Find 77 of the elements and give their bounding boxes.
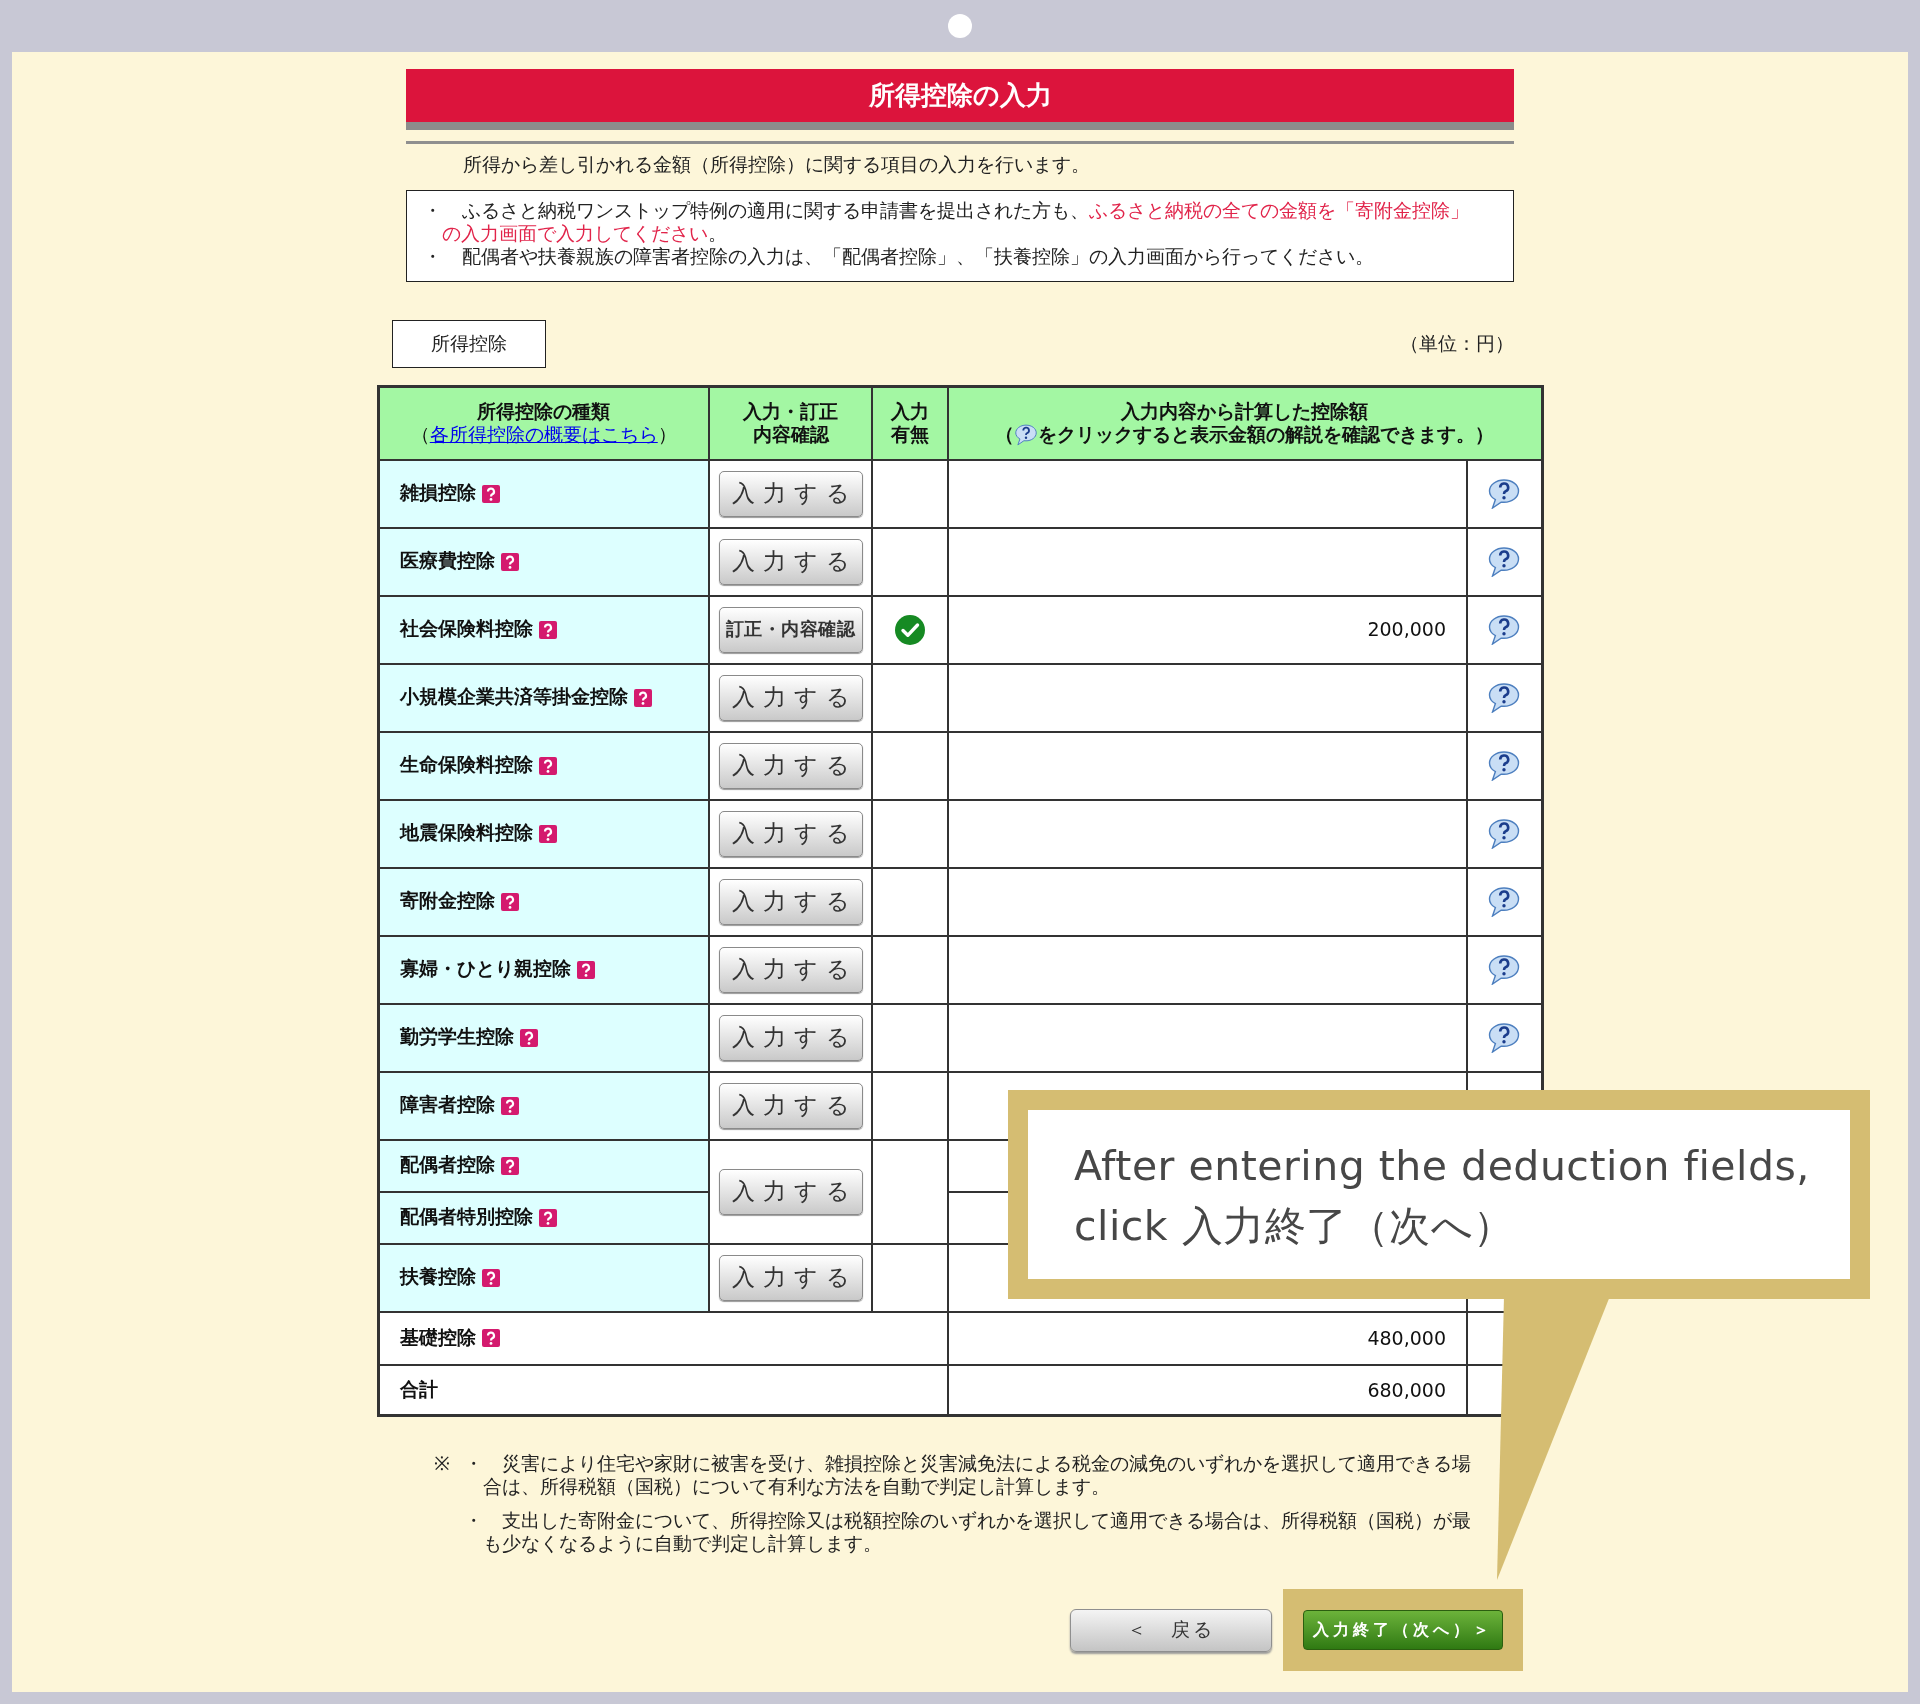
input-button[interactable]: 入力する: [718, 878, 863, 925]
deduction-label: 地震保険料控除: [399, 821, 533, 846]
input-button[interactable]: 入力する: [718, 1082, 863, 1129]
deduction-label: 雑損控除: [399, 481, 476, 506]
help-icon[interactable]: [576, 960, 595, 979]
deduction-label: 基礎控除: [399, 1325, 476, 1350]
total-label: 合計: [378, 1364, 948, 1416]
column-note: （: [995, 423, 1015, 447]
deduction-label: 勤労学生控除: [399, 1025, 514, 1050]
help-icon[interactable]: [500, 1096, 519, 1115]
question-bubble-icon[interactable]: [1487, 750, 1522, 781]
overview-link[interactable]: 各所得控除の概要はこちら: [429, 424, 658, 446]
bullet-mark: ・: [464, 1452, 483, 1476]
section-tab[interactable]: 所得控除: [392, 320, 546, 368]
deduction-label: 障害者控除: [399, 1093, 495, 1118]
input-button[interactable]: 入力する: [718, 538, 863, 585]
input-button[interactable]: 入力する: [718, 1014, 863, 1061]
question-bubble-icon[interactable]: [1487, 1022, 1522, 1053]
help-icon[interactable]: [481, 1268, 500, 1287]
deduction-label: 配偶者控除: [399, 1153, 495, 1178]
input-button[interactable]: 入力する: [718, 810, 863, 857]
help-icon[interactable]: [538, 756, 557, 775]
deduction-label: 医療費控除: [399, 549, 495, 574]
help-icon[interactable]: [500, 1156, 519, 1175]
bullet-mark: ・: [423, 199, 442, 223]
column-note: をクリックすると表示金額の解説を確認できます。）: [1038, 423, 1495, 447]
help-icon[interactable]: [538, 1208, 557, 1227]
deduction-label: 寄附金控除: [399, 889, 495, 914]
page-title: 所得控除の入力: [406, 69, 1514, 130]
question-bubble-icon[interactable]: [1487, 818, 1522, 849]
input-button[interactable]: 入力する: [718, 946, 863, 993]
question-bubble-icon[interactable]: [1487, 546, 1522, 577]
input-button[interactable]: 入力する: [718, 742, 863, 789]
deduction-label: 社会保険料控除: [399, 617, 533, 642]
reference-mark: ※: [434, 1452, 451, 1476]
question-bubble-icon[interactable]: [1487, 886, 1522, 917]
amount-cell: 200,000: [948, 595, 1467, 664]
notice-text: 配偶者や扶養親族の障害者控除の入力は、「配偶者控除」、「扶養控除」の入力画面から行ってください。: [461, 245, 1375, 268]
deduction-label: 寡婦・ひとり親控除: [399, 957, 571, 982]
column-note: （各所得控除の概要はこちら）: [410, 423, 677, 447]
help-icon[interactable]: [481, 484, 500, 503]
help-icon[interactable]: [538, 620, 557, 639]
help-icon[interactable]: [519, 1028, 538, 1047]
input-button[interactable]: 入力する: [718, 1254, 863, 1301]
callout-box: After entering the deduction fields, click 入力終了（次へ）: [1008, 1090, 1870, 1299]
notice-text: ふるさと納税ワンストップ特例の適用に関する申請書を提出された方も、ふるさと納税の全ての金額を「寄附金控除」の入力画面で入力してください。: [442, 199, 1470, 245]
unit-label: （単位：円）: [1400, 331, 1514, 356]
deduction-label: 配偶者特別控除: [399, 1205, 533, 1230]
help-icon[interactable]: [633, 688, 652, 707]
input-button[interactable]: 入力する: [718, 674, 863, 721]
back-button[interactable]: ＜ 戻る: [1070, 1608, 1272, 1652]
footnote-text: 災害により住宅や家財に被害を受け、雑損控除と災害減免法による税金の減免のいずれかを選択して適用できる場合は、所得税額（国税）について有利な方法を自動で判定し計算します。: [483, 1452, 1472, 1498]
intro-text: 所得から差し引かれる金額（所得控除）に関する項目の入力を行います。: [462, 153, 1091, 176]
question-bubble-icon[interactable]: [1487, 478, 1522, 509]
bullet-mark: ・: [423, 245, 442, 268]
question-bubble-icon[interactable]: [1487, 954, 1522, 985]
input-button[interactable]: 訂正・内容確認: [718, 606, 863, 653]
next-button[interactable]: 入力終了（次へ）＞: [1303, 1610, 1503, 1650]
bullet-mark: ・: [464, 1509, 483, 1533]
deduction-label: 小規模企業共済等掛金控除: [399, 685, 628, 710]
input-button[interactable]: 入力する: [718, 470, 863, 517]
deduction-label: 生命保険料控除: [399, 753, 533, 778]
question-bubble-icon[interactable]: [1487, 614, 1522, 645]
column-header: 入力 有無: [872, 386, 948, 460]
deduction-label: 扶養控除: [399, 1265, 476, 1290]
input-button[interactable]: 入力する: [718, 1168, 863, 1215]
column-header: 入力・訂正 内容確認: [709, 386, 872, 460]
help-icon[interactable]: [500, 892, 519, 911]
column-title: 入力内容から計算した控除額: [1121, 400, 1369, 424]
help-icon[interactable]: [538, 824, 557, 843]
amount-cell: 480,000: [948, 1311, 1467, 1365]
help-icon[interactable]: [481, 1329, 500, 1347]
question-bubble-icon[interactable]: [1014, 423, 1039, 446]
question-bubble-icon[interactable]: [1487, 682, 1522, 713]
column-title: 所得控除の種類: [477, 400, 611, 424]
footnote-text: 支出した寄附金について、所得控除又は税額控除のいずれかを選択して適用できる場合は、所得税額（国税）が最も少なくなるように自動で判定し計算します。: [483, 1509, 1472, 1555]
help-icon[interactable]: [500, 552, 519, 571]
